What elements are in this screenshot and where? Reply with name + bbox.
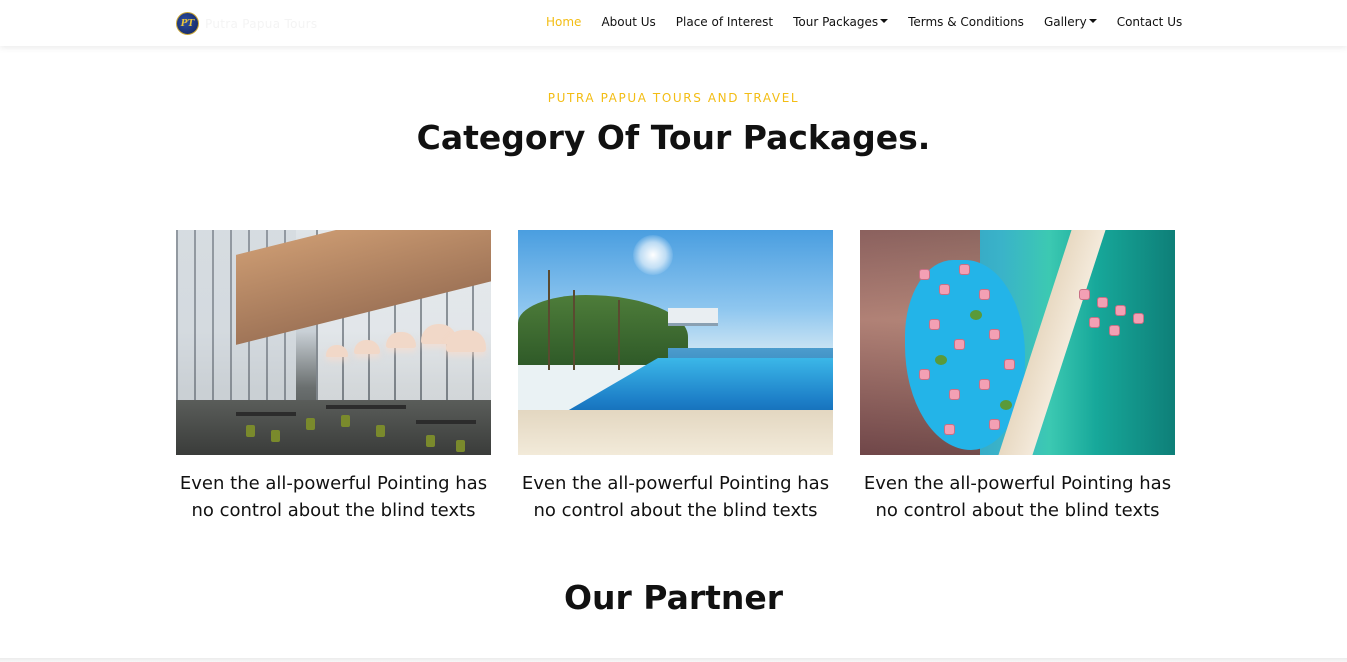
nav-item-tour-packages[interactable]: Tour Packages xyxy=(793,15,889,29)
nav-item-gallery[interactable]: Gallery xyxy=(1044,15,1097,29)
caret-down-icon xyxy=(880,19,889,23)
nav-item-home[interactable]: Home xyxy=(546,15,581,29)
card-image[interactable] xyxy=(176,230,491,455)
tour-category-card[interactable]: Even the all-powerful Pointing has no co… xyxy=(176,230,491,524)
nav-item-place-of-interest[interactable]: Place of Interest xyxy=(676,15,773,29)
section-kicker: PUTRA PAPUA TOURS AND TRAVEL xyxy=(547,91,800,105)
tour-category-card[interactable]: Even the all-powerful Pointing has no co… xyxy=(518,230,833,524)
nav-item-label: Contact Us xyxy=(1116,15,1183,29)
card-caption: Even the all-powerful Pointing has no co… xyxy=(179,473,488,521)
card-caption: Even the all-powerful Pointing has no co… xyxy=(521,473,830,521)
brand-text: Putra Papua Tours xyxy=(205,16,318,31)
section-title: Category Of Tour Packages. xyxy=(416,118,931,157)
nav-item-label: Terms & Conditions xyxy=(908,15,1024,29)
nav-item-label: Tour Packages xyxy=(793,15,879,29)
nav-item-about-us[interactable]: About Us xyxy=(601,15,655,29)
card-image[interactable] xyxy=(518,230,833,455)
nav-item-label: Gallery xyxy=(1043,15,1087,29)
brand-logo: PT xyxy=(176,12,199,35)
nav-item-label: Place of Interest xyxy=(675,15,774,29)
partner-section-title: Our Partner xyxy=(563,578,784,617)
nav-item-contact-us[interactable]: Contact Us xyxy=(1117,15,1183,29)
nav-item-label: Home xyxy=(546,15,582,29)
tour-category-cards: Even the all-powerful Pointing has no co… xyxy=(176,230,1175,530)
caret-down-icon xyxy=(1088,19,1097,23)
brand-link[interactable]: PT Putra Papua Tours xyxy=(176,12,317,35)
nav-item-label: About Us xyxy=(601,15,656,29)
top-navbar: PT Putra Papua Tours Home About Us Place… xyxy=(0,0,1347,46)
nav-item-terms-conditions[interactable]: Terms & Conditions xyxy=(908,15,1024,29)
card-caption: Even the all-powerful Pointing has no co… xyxy=(863,473,1172,521)
card-image[interactable] xyxy=(860,230,1175,455)
nav-menu: Home About Us Place of Interest Tour Pac… xyxy=(546,15,1202,29)
tour-category-card[interactable]: Even the all-powerful Pointing has no co… xyxy=(860,230,1175,524)
section-divider xyxy=(0,658,1347,662)
